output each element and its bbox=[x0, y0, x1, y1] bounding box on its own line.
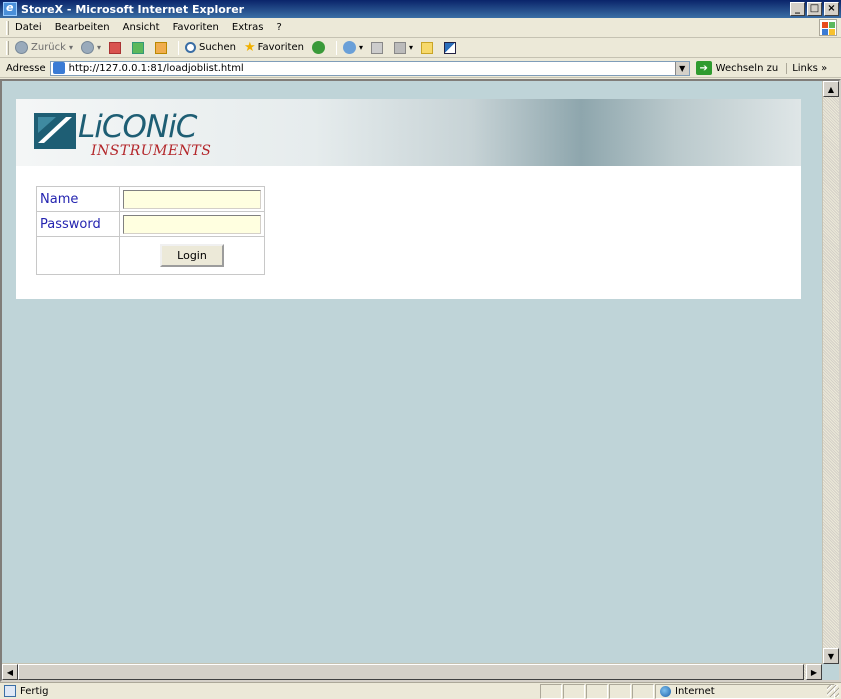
logo-text: LiCONiC bbox=[78, 109, 197, 145]
close-button[interactable]: × bbox=[824, 2, 839, 16]
menu-bar: Datei Bearbeiten Ansicht Favoriten Extra… bbox=[0, 18, 841, 38]
search-button[interactable]: Suchen bbox=[184, 42, 236, 53]
back-arrow-icon bbox=[15, 41, 28, 54]
liconic-logo-icon bbox=[34, 113, 76, 149]
horizontal-scroll-thumb[interactable] bbox=[18, 664, 804, 680]
mail-icon bbox=[342, 41, 356, 54]
done-page-icon bbox=[4, 685, 16, 697]
favorites-label: Favoriten bbox=[257, 42, 304, 53]
minimize-button[interactable]: _ bbox=[790, 2, 805, 16]
menu-extras[interactable]: Extras bbox=[232, 22, 264, 33]
address-bar: Adresse http://127.0.0.1:81/loadjoblist.… bbox=[0, 59, 841, 78]
search-icon bbox=[184, 42, 196, 53]
forward-arrow-icon bbox=[80, 41, 94, 54]
stop-button[interactable] bbox=[108, 41, 124, 54]
refresh-icon bbox=[131, 41, 144, 54]
resize-grip[interactable] bbox=[827, 685, 839, 697]
password-label: Password bbox=[36, 211, 120, 237]
menu-bearbeiten[interactable]: Bearbeiten bbox=[55, 22, 110, 33]
star-icon: ★ bbox=[243, 40, 256, 55]
password-row: Password bbox=[36, 211, 265, 237]
print-button[interactable] bbox=[370, 41, 386, 54]
messenger-button[interactable] bbox=[443, 41, 459, 54]
discuss-button[interactable] bbox=[420, 41, 436, 54]
printer-icon bbox=[370, 41, 383, 54]
windows-logo-icon bbox=[819, 19, 837, 36]
media-button[interactable] bbox=[311, 41, 328, 54]
button-row: Login bbox=[36, 236, 265, 275]
address-label: Adresse bbox=[6, 62, 46, 74]
forward-button[interactable]: ▾ bbox=[80, 41, 101, 54]
page-icon bbox=[52, 62, 65, 74]
toolbar-separator bbox=[335, 40, 337, 55]
go-arrow-icon: ➔ bbox=[695, 61, 712, 75]
name-row: Name bbox=[36, 186, 265, 212]
edit-icon bbox=[393, 41, 406, 54]
home-button[interactable] bbox=[154, 41, 170, 54]
toolbar-separator bbox=[177, 40, 179, 55]
scroll-left-button[interactable]: ◀ bbox=[2, 664, 18, 680]
address-input[interactable]: http://127.0.0.1:81/loadjoblist.html ▼ bbox=[49, 60, 690, 76]
globe-icon bbox=[660, 685, 671, 697]
media-icon bbox=[311, 41, 325, 54]
address-url: http://127.0.0.1:81/loadjoblist.html bbox=[68, 62, 244, 74]
address-dropdown-button[interactable]: ▼ bbox=[674, 61, 689, 75]
horizontal-scrollbar[interactable]: ◀ ▶ bbox=[2, 663, 822, 680]
scroll-up-button[interactable]: ▲ bbox=[823, 81, 839, 97]
status-bar: Fertig Internet bbox=[0, 682, 841, 699]
browser-viewport: LiCONiC INSTRUMENTS Name Password Login bbox=[0, 79, 841, 682]
go-button[interactable]: ➔ Wechseln zu bbox=[695, 61, 779, 75]
back-label: Zurück bbox=[31, 42, 66, 53]
window-titlebar: StoreX - Microsoft Internet Explorer _ □… bbox=[0, 0, 841, 18]
toolbar-grip[interactable] bbox=[6, 20, 9, 35]
name-label: Name bbox=[36, 186, 120, 212]
toolbar-grip[interactable] bbox=[6, 40, 9, 55]
refresh-button[interactable] bbox=[131, 41, 147, 54]
menu-datei[interactable]: Datei bbox=[15, 22, 42, 33]
status-cell bbox=[540, 683, 562, 699]
mail-button[interactable]: ▾ bbox=[342, 41, 363, 54]
stop-icon bbox=[108, 41, 121, 54]
edit-button[interactable]: ▾ bbox=[393, 41, 413, 54]
links-label: Links bbox=[792, 62, 818, 74]
home-icon bbox=[154, 41, 167, 54]
window-controls: _ □ × bbox=[790, 2, 839, 16]
header-banner: LiCONiC INSTRUMENTS bbox=[16, 99, 801, 166]
logo-subtitle: INSTRUMENTS bbox=[91, 143, 212, 159]
links-button[interactable]: Links » bbox=[786, 62, 827, 74]
window-title: StoreX - Microsoft Internet Explorer bbox=[21, 2, 245, 16]
name-input[interactable] bbox=[123, 189, 261, 209]
menu-favoriten[interactable]: Favoriten bbox=[173, 22, 219, 33]
go-label: Wechseln zu bbox=[715, 62, 779, 74]
security-zone[interactable]: Internet bbox=[655, 683, 835, 699]
zone-label: Internet bbox=[675, 685, 715, 697]
status-cell bbox=[632, 683, 654, 699]
maximize-button[interactable]: □ bbox=[807, 2, 822, 16]
favorites-button[interactable]: ★ Favoriten bbox=[244, 40, 304, 55]
vertical-scrollbar[interactable]: ▲ ▼ bbox=[822, 81, 839, 664]
standard-toolbar: Zurück ▾ ▾ Suchen ★ Favoriten ▾ ▾ bbox=[0, 38, 841, 58]
status-text: Fertig bbox=[20, 685, 49, 697]
menu-ansicht[interactable]: Ansicht bbox=[123, 22, 160, 33]
search-label: Suchen bbox=[198, 42, 236, 53]
scroll-right-button[interactable]: ▶ bbox=[806, 664, 822, 680]
status-cell bbox=[609, 683, 631, 699]
status-cell bbox=[563, 683, 585, 699]
menu-help[interactable]: ? bbox=[277, 22, 282, 33]
page-content: LiCONiC INSTRUMENTS Name Password Login bbox=[16, 99, 801, 299]
folder-icon bbox=[420, 41, 433, 54]
login-form: Name Password Login bbox=[36, 186, 265, 275]
messenger-icon bbox=[443, 41, 456, 54]
ie-icon bbox=[3, 1, 17, 16]
login-button[interactable]: Login bbox=[160, 244, 224, 267]
back-button[interactable]: Zurück ▾ bbox=[15, 41, 73, 54]
status-cell bbox=[586, 683, 608, 699]
password-input[interactable] bbox=[123, 214, 261, 234]
scroll-down-button[interactable]: ▼ bbox=[823, 648, 839, 664]
